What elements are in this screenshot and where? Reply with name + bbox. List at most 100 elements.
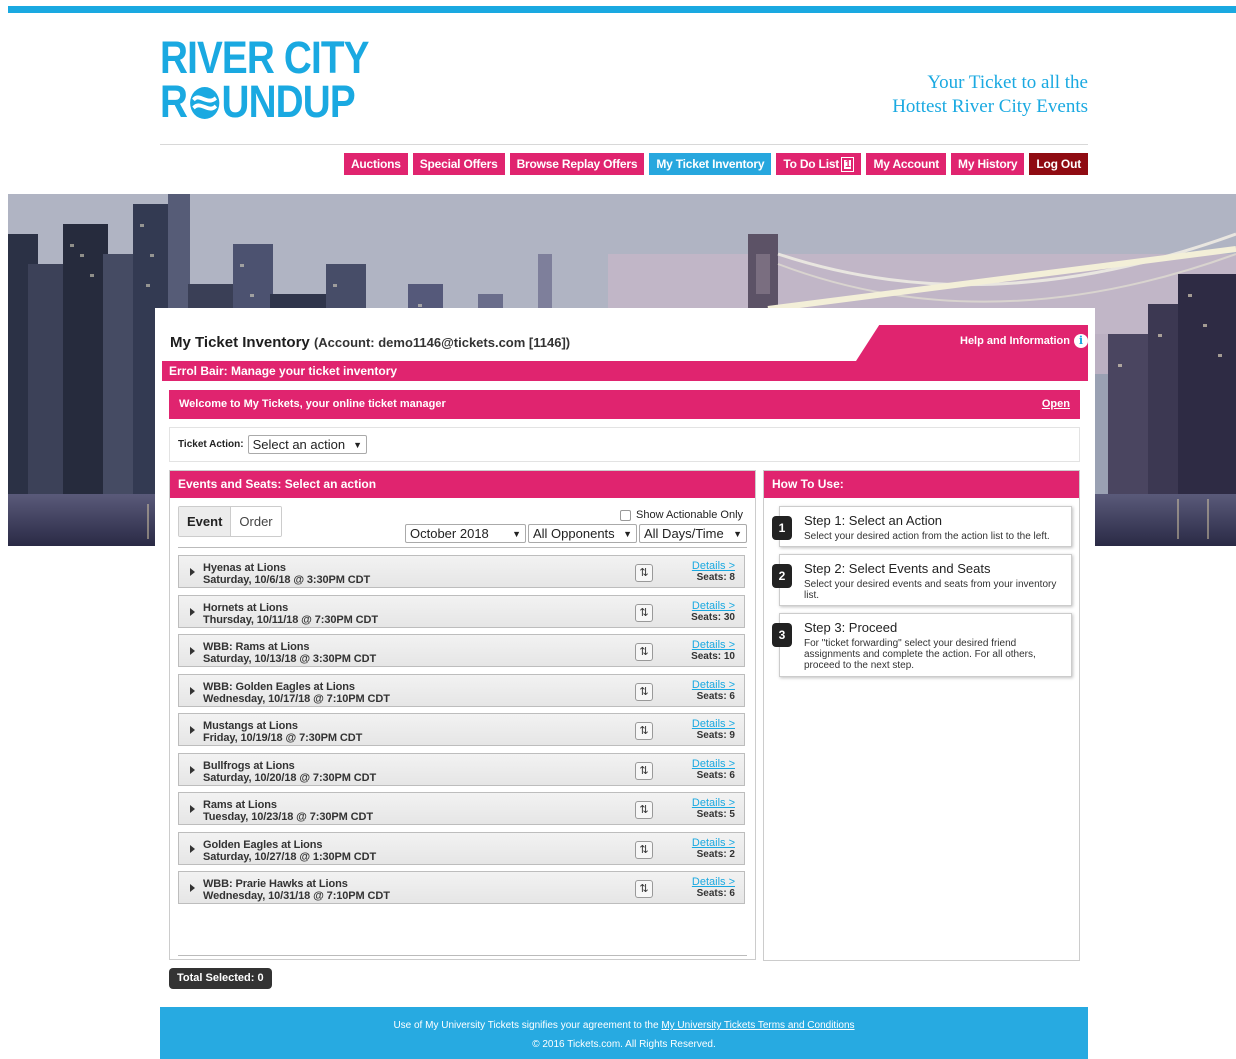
event-details-link[interactable]: Details > <box>692 679 735 691</box>
how-to-use-header: How To Use: <box>764 471 1079 498</box>
event-row[interactable]: Bullfrogs at Lions Saturday, 10/20/18 @ 7… <box>178 752 745 786</box>
opponents-filter-value: All Opponents <box>533 526 615 541</box>
main-nav: Auctions Special Offers Browse Replay Of… <box>343 153 1088 175</box>
expand-caret-icon[interactable] <box>190 607 195 616</box>
event-details-link[interactable]: Details > <box>692 837 735 849</box>
nav-log-out[interactable]: Log Out <box>1029 153 1088 175</box>
swap-icon[interactable]: ⇅ <box>635 880 653 898</box>
terms-and-conditions-link[interactable]: My University Tickets Terms and Conditio… <box>661 1020 854 1031</box>
page-title: My Ticket Inventory (Account: demo1146@t… <box>170 334 570 351</box>
event-name: Rams at Lions <box>203 799 277 811</box>
event-date: Tuesday, 10/23/18 @ 7:30PM CDT <box>203 811 373 823</box>
logo-line-2: R UNDUP <box>160 76 356 127</box>
event-details-link[interactable]: Details > <box>692 758 735 770</box>
show-actionable-label: Show Actionable Only <box>636 509 744 521</box>
events-panel-header: Events and Seats: Select an action <box>170 471 755 498</box>
event-seat-count: Seats: 2 <box>696 848 735 860</box>
nav-browse-replay-offers[interactable]: Browse Replay Offers <box>509 153 645 175</box>
step-number-badge: 3 <box>772 623 792 647</box>
event-details-link[interactable]: Details > <box>692 876 735 888</box>
event-details-link[interactable]: Details > <box>692 560 735 572</box>
tab-event[interactable]: Event <box>179 507 232 536</box>
opponents-filter-select[interactable]: All Opponents ▼ <box>528 524 637 543</box>
event-name: WBB: Rams at Lions <box>203 641 310 653</box>
event-row[interactable]: WBB: Prarie Hawks at Lions Wednesday, 10/… <box>178 871 745 904</box>
event-details-link[interactable]: Details > <box>692 797 735 809</box>
month-filter-value: October 2018 <box>410 526 489 541</box>
expand-caret-icon[interactable] <box>190 884 195 892</box>
expand-caret-icon[interactable] <box>190 686 195 695</box>
chevron-down-icon: ▼ <box>623 528 632 539</box>
event-row[interactable]: Golden Eagles at Lions Saturday, 10/27/18… <box>178 831 745 865</box>
info-icon: i <box>1074 334 1088 348</box>
expand-caret-icon[interactable] <box>190 765 195 774</box>
event-seat-count: Seats: 30 <box>691 611 735 623</box>
list-top-divider <box>178 547 747 548</box>
river-city-roundup-logo[interactable]: RIVER CITY R UNDUP <box>160 35 369 127</box>
event-seat-count: Seats: 6 <box>696 888 735 899</box>
event-name: Hornets at Lions <box>203 601 289 614</box>
event-row[interactable]: WBB: Golden Eagles at Lions Wednesday, 10… <box>178 673 745 707</box>
step-title: Step 1: Select an Action <box>804 513 943 528</box>
show-actionable-only[interactable]: Show Actionable Only <box>620 509 743 521</box>
event-date: Saturday, 10/6/18 @ 3:30PM CDT <box>203 574 371 586</box>
event-row[interactable]: WBB: Rams at Lions Saturday, 10/13/18 @ 3… <box>178 634 745 667</box>
event-date: Saturday, 10/13/18 @ 3:30PM CDT <box>203 653 377 665</box>
days-filter-select[interactable]: All Days/Time ▼ <box>639 524 747 543</box>
swap-icon[interactable]: ⇅ <box>635 564 653 582</box>
event-row[interactable]: Mustangs at Lions Friday, 10/19/18 @ 7:30… <box>178 713 745 746</box>
header-divider <box>160 144 1088 145</box>
swap-icon[interactable]: ⇅ <box>635 682 653 701</box>
swap-icon[interactable]: ⇅ <box>635 643 653 661</box>
step-number-badge: 2 <box>772 564 792 588</box>
month-filter-select[interactable]: October 2018 ▼ <box>405 524 526 543</box>
step-title: Step 2: Select Events and Seats <box>804 561 991 576</box>
nav-special-offers[interactable]: Special Offers <box>412 153 505 175</box>
event-details-link[interactable]: Details > <box>692 639 735 651</box>
nav-to-do-list[interactable]: To Do List 1 <box>776 153 862 175</box>
welcome-open-link[interactable]: Open <box>1042 390 1070 419</box>
expand-caret-icon[interactable] <box>190 647 195 655</box>
tagline-line-2: Hottest River City Events <box>892 96 1088 117</box>
event-name: Mustangs at Lions <box>203 720 298 732</box>
event-date: Wednesday, 10/17/18 @ 7:10PM CDT <box>203 692 390 705</box>
event-row[interactable]: Hornets at Lions Thursday, 10/11/18 @ 7:3… <box>178 594 745 628</box>
event-name: WBB: Prarie Hawks at Lions <box>203 878 348 890</box>
footer-copyright: © 2016 Tickets.com. All Rights Reserved. <box>532 1039 716 1050</box>
event-row[interactable]: Hyenas at Lions Saturday, 10/6/18 @ 3:30P… <box>178 555 745 588</box>
ticket-action-select[interactable]: Select an action ▼ <box>247 435 368 454</box>
nav-my-history[interactable]: My History <box>951 153 1025 175</box>
help-and-information-link[interactable]: Help and Information i <box>960 334 1088 348</box>
expand-caret-icon[interactable] <box>190 726 195 734</box>
swap-icon[interactable]: ⇅ <box>635 840 653 859</box>
nav-my-ticket-inventory[interactable]: My Ticket Inventory <box>649 153 772 175</box>
chevron-down-icon: ▼ <box>512 528 521 539</box>
step-description: Select your desired action from the acti… <box>804 531 1050 542</box>
swirl-o-icon <box>189 87 219 119</box>
tab-order[interactable]: Order <box>231 507 281 536</box>
swap-icon[interactable]: ⇅ <box>635 801 653 819</box>
swap-icon[interactable]: ⇅ <box>635 761 653 780</box>
event-date: Wednesday, 10/31/18 @ 7:10PM CDT <box>203 890 390 902</box>
expand-caret-icon[interactable] <box>190 844 195 853</box>
expand-caret-icon[interactable] <box>190 568 195 576</box>
nav-auctions[interactable]: Auctions <box>343 153 408 175</box>
page-title-text: My Ticket Inventory <box>170 334 310 351</box>
event-row[interactable]: Rams at Lions Tuesday, 10/23/18 @ 7:30PM … <box>178 792 745 825</box>
expand-caret-icon[interactable] <box>190 805 195 813</box>
step-2-card: 2 Step 2: Select Events and Seats Select… <box>772 554 1072 606</box>
site-footer: Use of My University Tickets signifies y… <box>160 1007 1088 1059</box>
step-description: For "ticket forwarding" select your desi… <box>804 638 1036 671</box>
list-bottom-divider <box>178 955 747 956</box>
show-actionable-checkbox[interactable] <box>620 509 631 521</box>
event-seat-count: Seats: 8 <box>696 572 735 583</box>
days-filter-value: All Days/Time <box>644 526 724 541</box>
footer-terms-text: Use of My University Tickets signifies y… <box>393 1020 662 1031</box>
event-date: Saturday, 10/20/18 @ 7:30PM CDT <box>203 771 377 784</box>
ticket-action-label: Ticket Action: <box>178 439 244 450</box>
event-details-link[interactable]: Details > <box>692 718 735 730</box>
swap-icon[interactable]: ⇅ <box>635 603 653 622</box>
event-details-link[interactable]: Details > <box>692 600 735 612</box>
swap-icon[interactable]: ⇅ <box>635 722 653 740</box>
nav-my-account[interactable]: My Account <box>866 153 947 175</box>
